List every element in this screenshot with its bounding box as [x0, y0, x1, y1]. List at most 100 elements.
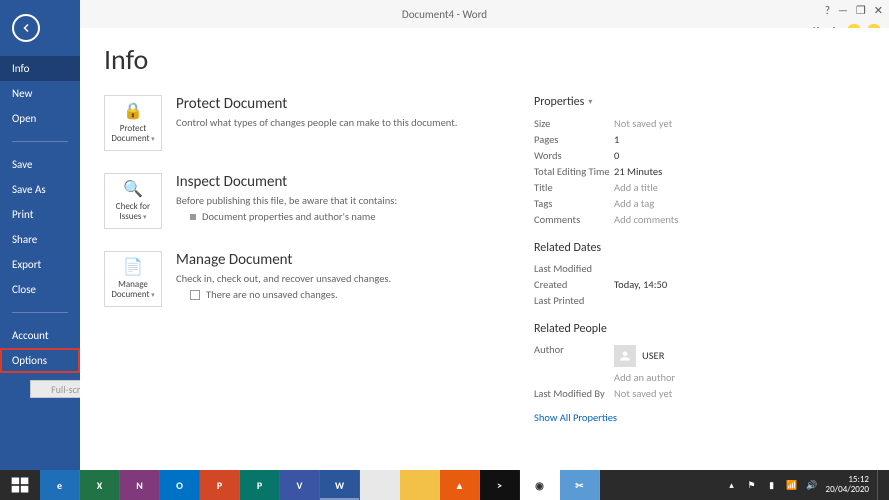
tray-up-icon[interactable]: ▴ — [726, 479, 738, 491]
taskbar-apps: eXNOPPVW▲>◉✂ — [40, 470, 726, 500]
date-value: Today, 14:50 — [614, 278, 667, 291]
protect-desc: Control what types of changes people can… — [176, 116, 457, 129]
property-value[interactable]: Not saved yet — [614, 117, 672, 130]
date-row: Last Modified — [534, 260, 794, 276]
taskbar-app-chrome[interactable]: ◉ — [520, 470, 560, 500]
info-sections: 🔒 Protect Document ▾ Protect Document Co… — [104, 95, 504, 424]
inspect-desc: Before publishing this file, be aware th… — [176, 194, 397, 207]
back-button[interactable] — [12, 14, 40, 42]
taskbar-app-snip[interactable]: ✂ — [560, 470, 600, 500]
taskbar-app-visio[interactable]: V — [280, 470, 320, 500]
property-value[interactable]: Add comments — [614, 213, 678, 226]
restore-button[interactable]: ❐ — [856, 4, 866, 17]
taskbar-app-outlook[interactable]: O — [160, 470, 200, 500]
volume-icon[interactable]: 🔊 — [806, 479, 818, 491]
inspect-icon: 🔍 — [123, 180, 143, 200]
dropdown-caret-icon: ▾ — [588, 97, 592, 107]
nav-print[interactable]: Print — [0, 202, 80, 227]
avatar-icon — [614, 345, 636, 367]
taskbar-app-excel[interactable]: X — [80, 470, 120, 500]
arrow-left-icon — [20, 22, 32, 34]
start-button[interactable] — [0, 470, 40, 500]
page-title: Info — [104, 42, 865, 77]
lock-icon: 🔒 — [123, 102, 143, 122]
protect-heading: Protect Document — [176, 95, 457, 113]
taskbar-app-ie[interactable]: e — [40, 470, 80, 500]
last-modified-by-value: Not saved yet — [614, 387, 672, 400]
window-controls: ? — ❐ ✕ — [825, 4, 883, 17]
flag-icon[interactable]: ⚑ — [746, 479, 758, 491]
clock[interactable]: 15:12 20/04/2020 — [826, 475, 869, 495]
date-label: Created — [534, 278, 614, 291]
taskbar-app-notepad[interactable] — [360, 470, 400, 500]
nav-save[interactable]: Save — [0, 152, 80, 177]
nav-account[interactable]: Account — [0, 323, 80, 348]
close-button[interactable]: ✕ — [874, 4, 883, 17]
author-label: Author — [534, 343, 614, 384]
network-icon[interactable]: ▮ — [766, 479, 778, 491]
help-button[interactable]: ? — [825, 4, 830, 17]
property-value[interactable]: Add a tag — [614, 197, 654, 210]
property-row: Words0 — [534, 147, 794, 163]
nav-export[interactable]: Export — [0, 252, 80, 277]
nav-info[interactable]: Info — [0, 56, 80, 81]
nav-open[interactable]: Open — [0, 106, 80, 131]
taskbar-app-publisher[interactable]: P — [240, 470, 280, 500]
windows-logo-icon — [10, 475, 30, 495]
show-all-properties-link[interactable]: Show All Properties — [534, 411, 617, 424]
minimize-button[interactable]: — — [838, 4, 848, 17]
dropdown-caret-icon: ▾ — [150, 290, 155, 299]
author-person[interactable]: USER — [614, 345, 675, 367]
date-label: Last Modified — [534, 262, 614, 275]
nav-new[interactable]: New — [0, 81, 80, 106]
inspect-bullet: Document properties and author's name — [176, 210, 397, 223]
properties-panel: Properties ▾ SizeNot saved yetPages1Word… — [534, 95, 794, 424]
property-row: TitleAdd a title — [534, 179, 794, 195]
manage-section: 📄 Manage Document ▾ Manage Document Chec… — [104, 251, 504, 307]
taskbar-app-word[interactable]: W — [320, 470, 360, 500]
nav-separator — [12, 141, 68, 142]
property-row: Total Editing Time21 Minutes — [534, 163, 794, 179]
properties-dropdown[interactable]: Properties ▾ — [534, 95, 794, 109]
nav-separator — [12, 312, 68, 313]
show-desktop-button[interactable] — [877, 470, 885, 500]
wifi-icon[interactable]: 📶 — [786, 479, 798, 491]
property-row: CommentsAdd comments — [534, 211, 794, 227]
manage-changes: There are no unsaved changes. — [176, 288, 391, 301]
taskbar-app-vlc[interactable]: ▲ — [440, 470, 480, 500]
taskbar: eXNOPPVW▲>◉✂ ▴ ⚑ ▮ 📶 🔊 15:12 20/04/2020 — [0, 470, 889, 500]
taskbar-app-cmd[interactable]: > — [480, 470, 520, 500]
property-label: Total Editing Time — [534, 165, 614, 178]
nav-save-as[interactable]: Save As — [0, 177, 80, 202]
property-label: Tags — [534, 197, 614, 210]
property-value[interactable]: Add a title — [614, 181, 658, 194]
property-value: 1 — [614, 133, 619, 146]
taskbar-app-powerpoint[interactable]: P — [200, 470, 240, 500]
property-row: Pages1 — [534, 131, 794, 147]
taskbar-app-onenote[interactable]: N — [120, 470, 160, 500]
related-people-heading: Related People — [534, 322, 794, 336]
taskbar-app-explorer[interactable] — [400, 470, 440, 500]
property-value: 21 Minutes — [614, 165, 662, 178]
related-dates-heading: Related Dates — [534, 241, 794, 255]
check-for-issues-button[interactable]: 🔍 Check for Issues ▾ — [104, 173, 162, 229]
bullet-icon — [190, 214, 196, 220]
nav-options[interactable]: Options — [0, 348, 80, 373]
property-label: Size — [534, 117, 614, 130]
dropdown-caret-icon: ▾ — [150, 134, 155, 143]
nav-close[interactable]: Close — [0, 277, 80, 302]
window-title: Document4 - Word — [402, 8, 487, 21]
property-row: SizeNot saved yet — [534, 115, 794, 131]
document-small-icon — [190, 290, 200, 300]
date-row: CreatedToday, 14:50 — [534, 276, 794, 292]
backstage-sidebar: Info New Open Save Save As Print Share E… — [0, 0, 80, 470]
manage-document-button[interactable]: 📄 Manage Document ▾ — [104, 251, 162, 307]
protect-document-button[interactable]: 🔒 Protect Document ▾ — [104, 95, 162, 151]
document-icon: 📄 — [123, 258, 143, 278]
add-author-link[interactable]: Add an author — [614, 371, 675, 384]
nav-share[interactable]: Share — [0, 227, 80, 252]
property-label: Title — [534, 181, 614, 194]
manage-desc: Check in, check out, and recover unsaved… — [176, 272, 391, 285]
property-label: Words — [534, 149, 614, 162]
system-tray: ▴ ⚑ ▮ 📶 🔊 15:12 20/04/2020 — [726, 470, 889, 500]
